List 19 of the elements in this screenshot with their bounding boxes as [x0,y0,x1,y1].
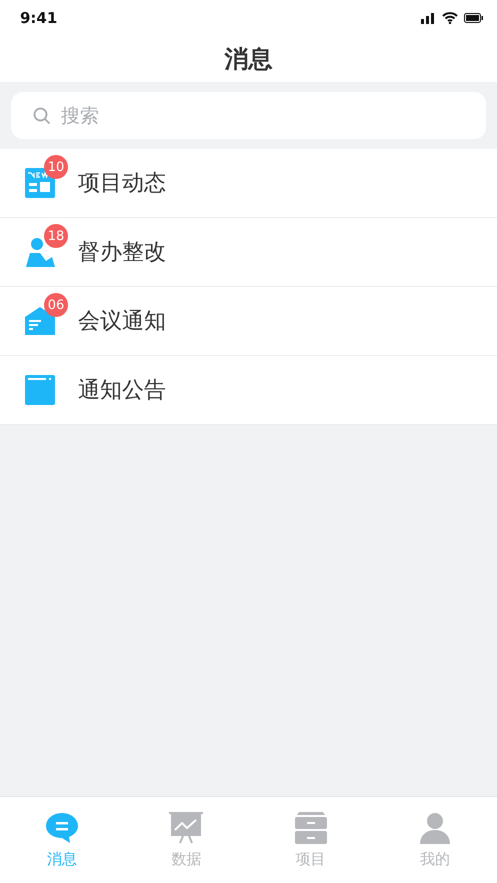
board-icon [25,375,55,405]
unread-count-badge: 18 [44,224,68,248]
message-category-item[interactable]: 06 会议通知 [0,287,497,356]
search-field[interactable]: 搜索 [11,92,486,139]
message-category-item[interactable]: 10 项目动态 [0,149,497,218]
status-time: 9:41 [20,9,58,27]
page-title: 消息 [224,44,272,75]
file-cabinet-icon [294,812,327,844]
chat-bubble-icon [45,812,80,844]
battery-icon [464,13,483,23]
user-icon [420,812,450,844]
unread-count-badge: 06 [44,293,68,317]
wifi-icon [442,12,458,24]
unread-count-badge: 10 [44,155,68,179]
presentation-chart-icon [169,812,204,844]
message-category-item[interactable]: 通知公告 [0,356,497,425]
signal-icon [421,12,436,24]
message-category-item[interactable]: 18 督办整改 [0,218,497,287]
search-icon [33,107,51,125]
